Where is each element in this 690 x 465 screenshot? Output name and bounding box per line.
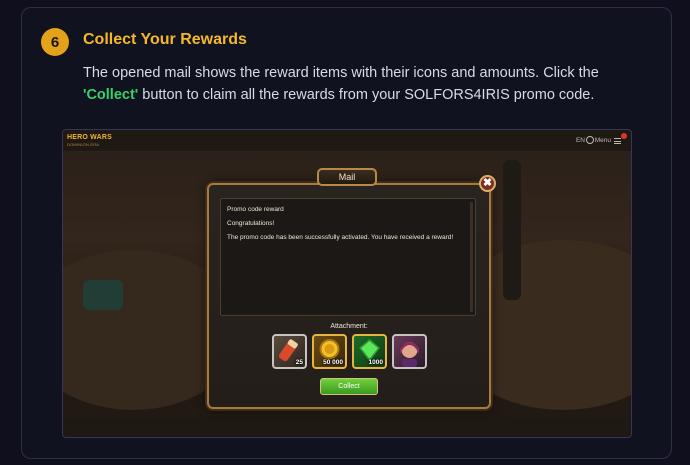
attachment-item-gold[interactable]: 50 000 bbox=[312, 334, 347, 369]
mail-body: The promo code has been successfully act… bbox=[227, 234, 454, 241]
attachment-label: Attachment: bbox=[330, 323, 368, 330]
logo-text: HERO WARS bbox=[67, 134, 112, 141]
attachment-qty: 25 bbox=[295, 359, 303, 366]
attachment-item-emerald[interactable]: 1000 bbox=[352, 334, 387, 369]
description-text: The opened mail shows the reward items w… bbox=[83, 65, 599, 81]
attachment-qty: 1000 bbox=[368, 359, 383, 366]
notification-dot-icon bbox=[621, 133, 627, 139]
step-title: Collect Your Rewards bbox=[83, 31, 247, 48]
mail-message-box: Promo code reward Congratulations! The p… bbox=[220, 198, 476, 316]
game-logo[interactable]: HERO WARS DOMINION ERA bbox=[67, 134, 112, 148]
attachment-item-hero[interactable] bbox=[392, 334, 427, 369]
game-screenshot: HERO WARS DOMINION ERA EN Menu Promo code… bbox=[62, 129, 632, 438]
mail-dialog: Promo code reward Congratulations! The p… bbox=[207, 183, 491, 409]
language-selector[interactable]: EN bbox=[576, 137, 585, 144]
game-topbar: HERO WARS DOMINION ERA EN Menu bbox=[63, 130, 631, 152]
mail-greeting: Congratulations! bbox=[227, 220, 275, 227]
attachment-qty: 50 000 bbox=[323, 359, 343, 366]
description-text-end: button to claim all the rewards from you… bbox=[138, 87, 595, 103]
logo-subtext: DOMINION ERA bbox=[67, 142, 100, 147]
step-description: The opened mail shows the reward items w… bbox=[83, 62, 643, 106]
step-number-badge: 6 bbox=[41, 28, 69, 56]
mail-scrollbar[interactable] bbox=[470, 202, 473, 312]
mail-title-tab: Mail bbox=[317, 168, 377, 186]
hero-portrait-icon bbox=[400, 342, 419, 367]
attachment-item-scroll[interactable]: 25 bbox=[272, 334, 307, 369]
mail-subject: Promo code reward bbox=[227, 206, 284, 213]
hamburger-icon[interactable] bbox=[614, 138, 621, 144]
globe-icon[interactable] bbox=[586, 136, 594, 144]
collect-highlight: 'Collect' bbox=[83, 87, 139, 103]
collect-button[interactable]: Collect bbox=[320, 378, 378, 395]
close-icon[interactable]: ✖ bbox=[479, 175, 496, 192]
attachment-list: 25 50 000 1000 bbox=[272, 334, 432, 370]
menu-button[interactable]: Menu bbox=[595, 137, 611, 144]
